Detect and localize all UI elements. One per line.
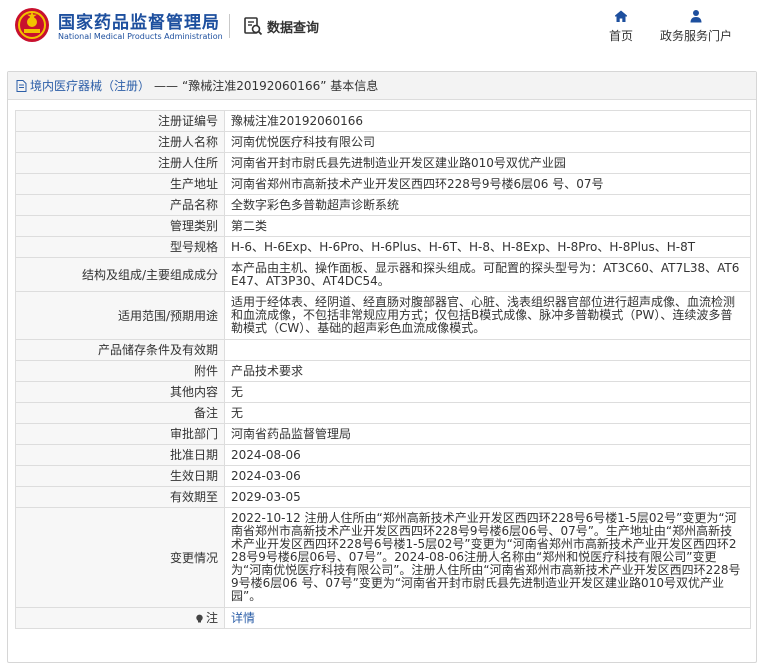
row-value: 无 xyxy=(224,402,751,424)
row-value: 河南省药品监督管理局 xyxy=(224,423,751,445)
nav-portal-label: 政务服务门户 xyxy=(659,29,732,43)
table-row: 结构及组成/主要组成成分 本产品由主机、操作面板、显示器和探头组成。可配置的探头… xyxy=(15,257,751,292)
breadcrumb-separator: —— xyxy=(154,78,179,93)
row-label: 注册证编号 xyxy=(15,110,225,132)
row-value: H-6、H-6Exp、H-6Pro、H-6Plus、H-6T、H-8、H-8Ex… xyxy=(224,236,751,258)
site-header: 国家药品监督管理局 National Medical Products Admi… xyxy=(0,0,764,54)
row-value: 产品技术要求 xyxy=(224,360,751,382)
table-row: 产品储存条件及有效期 xyxy=(15,339,751,361)
page-title: “豫械注准20192060166” 基本信息 xyxy=(182,79,379,93)
breadcrumb-category-link[interactable]: 境内医疗器械（注册） xyxy=(30,77,150,94)
nav-service-portal[interactable]: 政务服务门户 xyxy=(655,9,737,44)
row-value: 全数字彩色多普勒超声诊断系统 xyxy=(224,194,751,216)
header-divider xyxy=(229,14,230,38)
row-label: 备注 xyxy=(15,402,225,424)
row-value: 详情 xyxy=(224,607,751,629)
table-row: 注册证编号 豫械注准20192060166 xyxy=(15,110,751,132)
row-label: 变更情况 xyxy=(15,507,225,608)
home-icon xyxy=(615,10,627,22)
emblem-logo[interactable] xyxy=(14,7,50,43)
row-label: 产品名称 xyxy=(15,194,225,216)
nav-home[interactable]: 首页 xyxy=(605,9,637,44)
row-value xyxy=(224,339,751,361)
breadcrumb: 境内医疗器械（注册） —— “豫械注准20192060166” 基本信息 xyxy=(8,72,756,100)
table-row: 审批部门 河南省药品监督管理局 xyxy=(15,423,751,445)
row-label: 产品储存条件及有效期 xyxy=(15,339,225,361)
document-icon xyxy=(16,79,27,92)
row-label: 型号规格 xyxy=(15,236,225,258)
bulb-icon xyxy=(196,614,203,623)
row-label: 注册人名称 xyxy=(15,131,225,153)
row-value: 河南省郑州市高新技术产业开发区西四环228号9号楼6层06 号、07号 xyxy=(224,173,751,195)
row-value: 河南优悦医疗科技有限公司 xyxy=(224,131,751,153)
table-row: 管理类别 第二类 xyxy=(15,215,751,237)
data-query-icon xyxy=(244,17,263,36)
table-row: 附件 产品技术要求 xyxy=(15,360,751,382)
table-row: 适用范围/预期用途 适用于经体表、经阴道、经直肠对腹部器官、心脏、浅表组织器官部… xyxy=(15,291,751,340)
row-label: 结构及组成/主要组成成分 xyxy=(15,257,225,292)
table-row: 生产地址 河南省郑州市高新技术产业开发区西四环228号9号楼6层06 号、07号 xyxy=(15,173,751,195)
row-value: 无 xyxy=(224,381,751,403)
row-value: 本产品由主机、操作面板、显示器和探头组成。可配置的探头型号为：AT3C60、AT… xyxy=(224,257,751,292)
table-row: 注 详情 xyxy=(15,607,751,629)
row-value: 适用于经体表、经阴道、经直肠对腹部器官、心脏、浅表组织器官部位进行超声成像、血流… xyxy=(224,291,751,340)
table-row: 注册人住所 河南省开封市尉氏县先进制造业开发区建业路010号双优产业园 xyxy=(15,152,751,174)
data-query-link[interactable]: 数据查询 xyxy=(243,14,319,38)
details-link[interactable]: 详情 xyxy=(231,611,255,625)
user-icon xyxy=(690,10,702,23)
row-label: 注册人住所 xyxy=(15,152,225,174)
row-value: 2029-03-05 xyxy=(224,486,751,508)
row-label-note: 注 xyxy=(15,607,225,629)
table-row: 型号规格 H-6、H-6Exp、H-6Pro、H-6Plus、H-6T、H-8、… xyxy=(15,236,751,258)
table-row: 变更情况 2022-10-12 注册人住所由“郑州高新技术产业开发区西四环228… xyxy=(15,507,751,608)
brand-name-en[interactable]: National Medical Products Administration xyxy=(58,32,223,41)
nav-home-label: 首页 xyxy=(608,29,633,43)
table-row: 批准日期 2024-08-06 xyxy=(15,444,751,466)
row-value: 河南省开封市尉氏县先进制造业开发区建业路010号双优产业园 xyxy=(224,152,751,174)
table-row: 备注 无 xyxy=(15,402,751,424)
row-label: 批准日期 xyxy=(15,444,225,466)
registration-info-table: 注册证编号 豫械注准20192060166 注册人名称 河南优悦医疗科技有限公司… xyxy=(15,110,751,629)
row-value: 2022-10-12 注册人住所由“郑州高新技术产业开发区西四环228号6号楼1… xyxy=(224,507,751,608)
row-label: 生效日期 xyxy=(15,465,225,487)
table-row: 注册人名称 河南优悦医疗科技有限公司 xyxy=(15,131,751,153)
row-value: 第二类 xyxy=(224,215,751,237)
row-label: 管理类别 xyxy=(15,215,225,237)
detail-panel: 境内医疗器械（注册） —— “豫械注准20192060166” 基本信息 注册证… xyxy=(7,71,757,663)
note-label: 注 xyxy=(205,611,218,625)
row-label: 生产地址 xyxy=(15,173,225,195)
row-label: 其他内容 xyxy=(15,381,225,403)
data-query-label: 数据查询 xyxy=(267,20,320,36)
table-row: 生效日期 2024-03-06 xyxy=(15,465,751,487)
row-value: 2024-08-06 xyxy=(224,444,751,466)
table-row: 产品名称 全数字彩色多普勒超声诊断系统 xyxy=(15,194,751,216)
row-label: 适用范围/预期用途 xyxy=(15,291,225,340)
row-value: 2024-03-06 xyxy=(224,465,751,487)
row-value: 豫械注准20192060166 xyxy=(224,110,751,132)
row-label: 附件 xyxy=(15,360,225,382)
table-row: 其他内容 无 xyxy=(15,381,751,403)
table-row: 有效期至 2029-03-05 xyxy=(15,486,751,508)
row-label: 审批部门 xyxy=(15,423,225,445)
row-label: 有效期至 xyxy=(15,486,225,508)
brand-name-cn[interactable]: 国家药品监督管理局 xyxy=(58,8,220,33)
